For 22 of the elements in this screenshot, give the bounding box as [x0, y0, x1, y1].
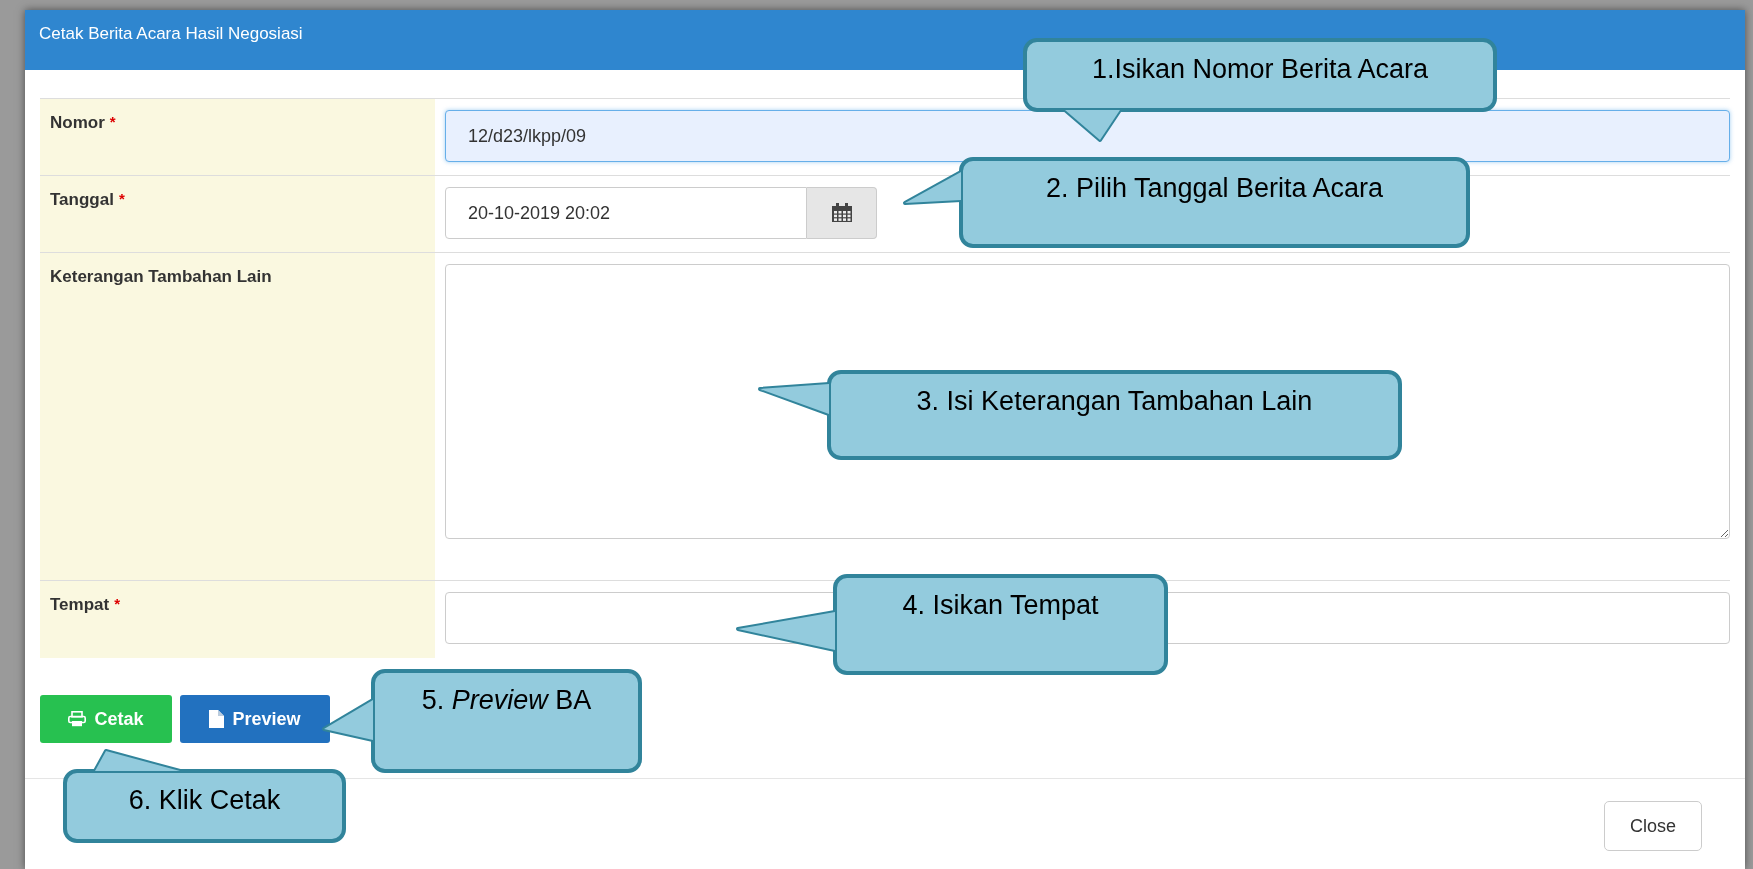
- callout-text: 6. Klik Cetak: [127, 784, 282, 816]
- callout-text: 3. Isi Keterangan Tambahan Lain: [915, 385, 1314, 417]
- dialog-title: Cetak Berita Acara Hasil Negosiasi: [39, 24, 303, 43]
- callout-text: 4. Isikan Tempat: [901, 589, 1100, 621]
- field-label: Keterangan Tambahan Lain: [50, 267, 272, 287]
- calendar-button[interactable]: [807, 187, 877, 239]
- calendar-icon: [830, 203, 853, 223]
- required-mark: *: [114, 595, 121, 612]
- printer-icon: [68, 711, 87, 727]
- required-mark: *: [109, 113, 116, 130]
- date-field[interactable]: 20-10-2019 20:02: [445, 187, 807, 239]
- field-label: Nomor: [50, 113, 105, 133]
- close-button[interactable]: Close: [1604, 801, 1702, 851]
- preview-button[interactable]: Preview: [180, 695, 330, 743]
- callout-text: 2. Pilih Tanggal Berita Acara: [1044, 172, 1385, 204]
- document-icon: [209, 710, 225, 728]
- callout-text: 5. Preview BA: [420, 684, 593, 716]
- text-field[interactable]: 12/d23/lkpp/09: [445, 110, 1730, 162]
- field-label: Tempat: [50, 595, 110, 615]
- field-label: Tanggal: [50, 190, 114, 210]
- callout-text: 1.Isikan Nomor Berita Acara: [1090, 53, 1430, 85]
- required-mark: *: [118, 190, 125, 207]
